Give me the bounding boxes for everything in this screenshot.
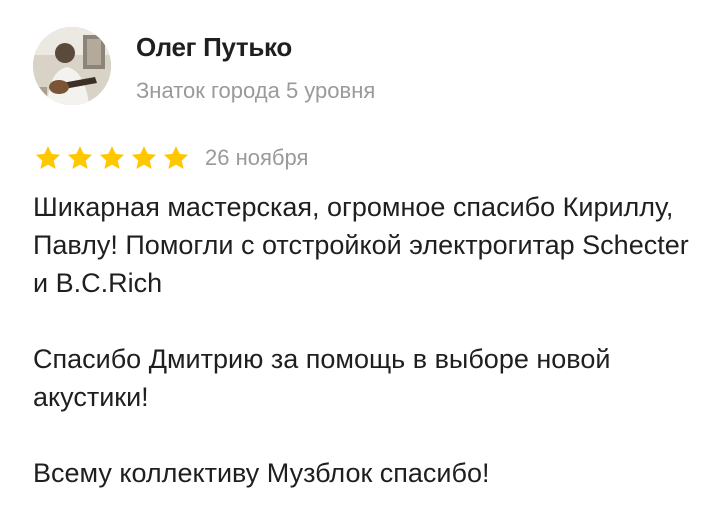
star-icon xyxy=(163,146,189,169)
review-paragraph: Спасибо Дмитрию за помощь в выборе новой… xyxy=(33,344,611,412)
review-paragraph: Всему коллективу Музблок спасибо! xyxy=(33,458,490,488)
author-level: Знаток города 5 уровня xyxy=(136,78,376,103)
review-card: Олег Путько Знаток города 5 уровня 26 но… xyxy=(0,0,705,529)
star-icon xyxy=(131,146,157,169)
avatar[interactable] xyxy=(33,27,111,105)
star-rating xyxy=(33,143,191,173)
star-icon xyxy=(99,146,125,169)
star-icon xyxy=(67,146,93,169)
review-paragraph: Шикарная мастерская, огромное спасибо Ки… xyxy=(33,192,689,298)
review-date: 26 ноября xyxy=(205,145,309,170)
author-name[interactable]: Олег Путько xyxy=(136,32,292,63)
review-text: Шикарная мастерская, огромное спасибо Ки… xyxy=(33,188,693,492)
avatar-photo xyxy=(33,27,111,105)
star-icon xyxy=(35,146,61,169)
